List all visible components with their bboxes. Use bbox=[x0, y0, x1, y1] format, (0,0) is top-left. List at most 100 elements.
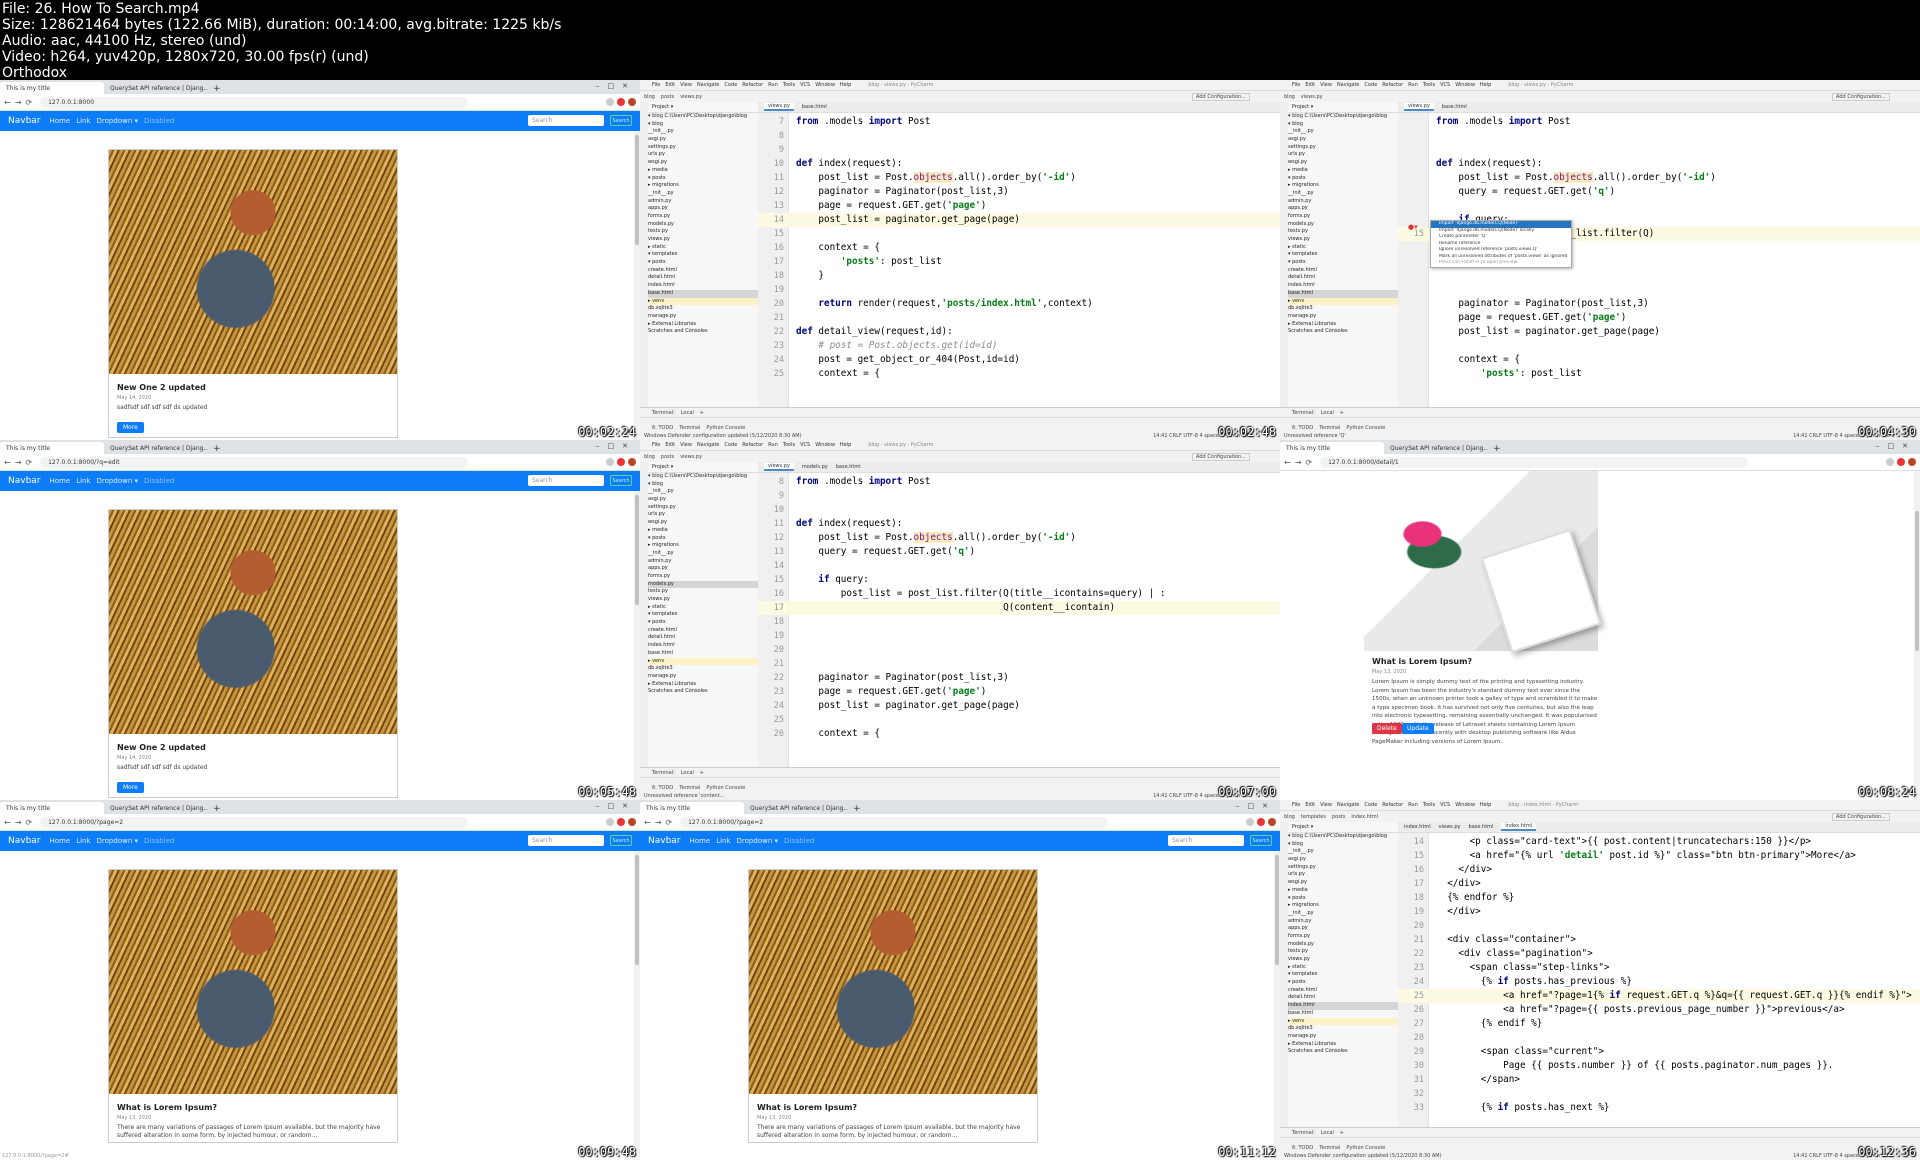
more-button[interactable]: More bbox=[117, 782, 144, 793]
tree-item[interactable]: forms.py bbox=[648, 573, 758, 581]
menu-refactor[interactable]: Refactor bbox=[1382, 802, 1403, 808]
search-input[interactable]: Search bbox=[528, 475, 604, 486]
menu-edit[interactable]: Edit bbox=[665, 82, 675, 88]
tree-item[interactable]: ▾ blog bbox=[648, 481, 758, 489]
tree-item[interactable]: models.py bbox=[1288, 941, 1398, 949]
tree-item[interactable]: forms.py bbox=[1288, 213, 1398, 221]
tree-item[interactable]: __init__.py bbox=[1288, 190, 1398, 198]
nav-arrows-icon[interactable]: ←→⟳ bbox=[640, 818, 680, 827]
tree-item[interactable]: models.py bbox=[648, 580, 758, 589]
url-field[interactable]: 127.0.0.1:8000/?q=edit bbox=[40, 456, 469, 468]
tree-item[interactable]: ▾ templates bbox=[648, 611, 758, 619]
star-icon[interactable] bbox=[606, 98, 614, 106]
profile-icon[interactable] bbox=[628, 98, 636, 106]
tree-item[interactable]: ▸ static bbox=[648, 244, 758, 252]
browser-tab-1[interactable]: This is my title bbox=[0, 442, 104, 454]
menu-tools[interactable]: Tools bbox=[1423, 802, 1435, 808]
tree-item[interactable]: asgi.py bbox=[1288, 856, 1398, 864]
tree-item[interactable]: __init__.py bbox=[648, 128, 758, 136]
tree-item[interactable]: wsgi.py bbox=[1288, 879, 1398, 887]
menu-navigate[interactable]: Navigate bbox=[1337, 82, 1359, 88]
crumb-posts[interactable]: posts bbox=[661, 454, 674, 460]
tree-item[interactable]: ▸ migrations bbox=[1288, 902, 1398, 910]
search-button[interactable]: Search bbox=[610, 115, 632, 126]
tree-item[interactable]: create.html bbox=[648, 627, 758, 635]
menu-code[interactable]: Code bbox=[724, 82, 737, 88]
url-field[interactable]: 127.0.0.1:8000/detail/1 bbox=[1320, 456, 1749, 468]
tree-item[interactable]: __init__.py bbox=[1288, 848, 1398, 856]
crumb-views[interactable]: views.py bbox=[1301, 94, 1323, 100]
tree-item[interactable]: wsgi.py bbox=[648, 159, 758, 167]
tree-item[interactable]: ▸ External Libraries bbox=[1288, 1041, 1398, 1049]
nav-dropdown[interactable]: Dropdown ▾ bbox=[734, 837, 781, 845]
tree-item[interactable]: create.html bbox=[648, 267, 758, 275]
tree-item[interactable]: asgi.py bbox=[648, 496, 758, 504]
menu-edit[interactable]: Edit bbox=[1305, 802, 1315, 808]
browser-tab-2[interactable]: QuerySet API reference | Djang... bbox=[104, 82, 208, 94]
extension-icon[interactable] bbox=[617, 98, 625, 106]
tree-item[interactable]: wsgi.py bbox=[648, 519, 758, 527]
tree-item[interactable]: __init__.py bbox=[648, 190, 758, 198]
tree-item[interactable]: ▾ templates bbox=[1288, 971, 1398, 979]
tree-item[interactable]: tests.py bbox=[648, 588, 758, 596]
browser-tab-2[interactable]: QuerySet API reference | Djang... bbox=[104, 442, 208, 454]
tree-item[interactable]: ▸ External Libraries bbox=[1288, 321, 1398, 329]
menu-refactor[interactable]: Refactor bbox=[1382, 82, 1403, 88]
tree-item[interactable]: base.html bbox=[648, 650, 758, 658]
editor-tab-index-a[interactable]: index.html bbox=[1404, 824, 1431, 830]
new-tab-icon[interactable]: + bbox=[208, 444, 226, 454]
code-editor[interactable]: 8 from .models import Post 9 10 11 def index(… bbox=[758, 473, 1280, 768]
python-console-tab[interactable]: Python Console bbox=[706, 785, 745, 791]
tree-item[interactable]: detail.html bbox=[1288, 994, 1398, 1002]
crumb-posts[interactable]: posts bbox=[1332, 814, 1345, 820]
navbar-brand[interactable]: Navbar bbox=[640, 836, 687, 846]
menu-navigate[interactable]: Navigate bbox=[697, 82, 719, 88]
tree-item[interactable]: asgi.py bbox=[1288, 136, 1398, 144]
nav-dropdown[interactable]: Dropdown ▾ bbox=[94, 117, 141, 125]
tree-item[interactable]: urls.py bbox=[1288, 871, 1398, 879]
tree-item[interactable]: ▾ posts bbox=[1288, 175, 1398, 183]
menu-run[interactable]: Run bbox=[768, 82, 778, 88]
menu-code[interactable]: Code bbox=[724, 442, 737, 448]
crumb-blog[interactable]: blog bbox=[644, 94, 655, 100]
url-field[interactable]: 127.0.0.1:8000/?page=2 bbox=[40, 816, 469, 828]
editor-tab-views[interactable]: views.py bbox=[1404, 103, 1434, 111]
search-button[interactable]: Search bbox=[1250, 835, 1272, 846]
tree-item[interactable]: manage.py bbox=[1288, 1033, 1398, 1041]
lightbulb-icon[interactable]: ●▾ bbox=[1408, 223, 1418, 231]
crumb-templates[interactable]: templates bbox=[1301, 814, 1326, 820]
todo-tab[interactable]: 6: TODO bbox=[652, 785, 673, 791]
menu-refactor[interactable]: Refactor bbox=[742, 82, 763, 88]
tree-item[interactable]: ▾ posts bbox=[648, 259, 758, 267]
tree-item[interactable]: detail.html bbox=[648, 634, 758, 642]
code-editor[interactable]: 14 <p class="card-text">{{ post.content|… bbox=[1398, 833, 1920, 1128]
tree-item[interactable]: ▾ posts bbox=[1288, 259, 1398, 267]
window-controls-icon[interactable]: –□✕ bbox=[1236, 802, 1276, 810]
window-controls-icon[interactable]: –□✕ bbox=[1876, 442, 1916, 450]
tree-item[interactable]: settings.py bbox=[1288, 864, 1398, 872]
tree-item[interactable]: ▸ venv bbox=[1288, 1017, 1398, 1026]
browser-tab-1[interactable]: This is my title bbox=[0, 802, 104, 814]
tree-item[interactable]: ▾ blog C:\Users\PC\Desktop\django\blog bbox=[1288, 833, 1398, 841]
menu-window[interactable]: Window bbox=[815, 82, 835, 88]
nav-dropdown[interactable]: Dropdown ▾ bbox=[94, 837, 141, 845]
editor-tab-base[interactable]: base.html bbox=[1442, 104, 1467, 110]
menu-file[interactable]: File bbox=[652, 442, 660, 448]
menu-file[interactable]: File bbox=[1292, 82, 1300, 88]
menu-refactor[interactable]: Refactor bbox=[742, 442, 763, 448]
tree-item[interactable]: tests.py bbox=[1288, 948, 1398, 956]
tree-item[interactable]: ▾ blog bbox=[1288, 841, 1398, 849]
editor-tab-views[interactable]: views.py bbox=[764, 103, 794, 111]
menu-vcs[interactable]: VCS bbox=[800, 82, 810, 88]
tree-item[interactable]: db.sqlite3 bbox=[648, 305, 758, 313]
tree-item[interactable]: ▸ media bbox=[648, 167, 758, 175]
tree-item[interactable]: Scratches and Consoles bbox=[1288, 328, 1398, 336]
tree-item[interactable]: settings.py bbox=[648, 144, 758, 152]
editor-tab-base[interactable]: base.html bbox=[802, 104, 827, 110]
tree-item[interactable]: ▾ templates bbox=[1288, 251, 1398, 259]
menu-tools[interactable]: Tools bbox=[783, 82, 795, 88]
profile-icon[interactable] bbox=[1268, 818, 1276, 826]
tree-item[interactable]: ▸ static bbox=[1288, 244, 1398, 252]
menu-view[interactable]: View bbox=[680, 442, 692, 448]
nav-link[interactable]: Link bbox=[713, 837, 733, 845]
